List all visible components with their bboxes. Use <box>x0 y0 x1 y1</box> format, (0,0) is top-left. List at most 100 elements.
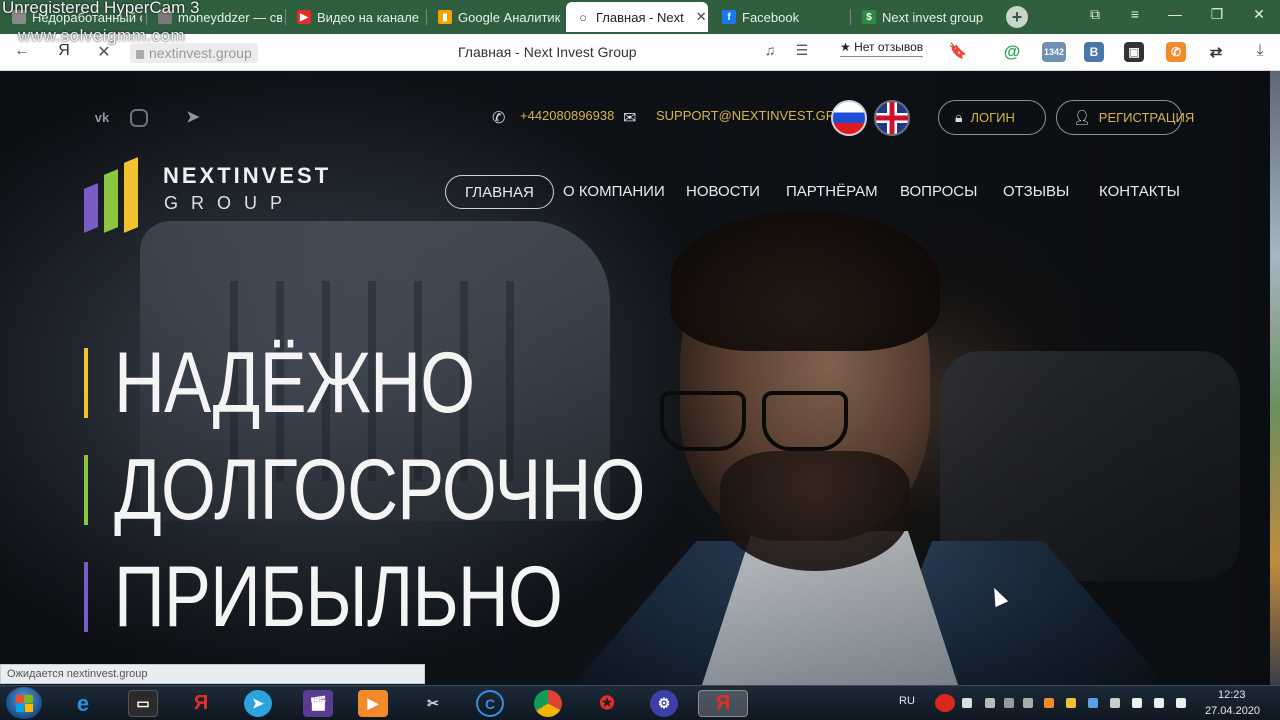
hero-headline: НАДЁЖНО <box>114 335 475 431</box>
volume-icon[interactable] <box>1154 698 1164 708</box>
login-label: ЛОГИН <box>970 110 1015 125</box>
russian-flag-icon[interactable] <box>831 100 867 136</box>
media-player-icon[interactable]: ▶ <box>358 690 388 717</box>
hero-headline: ДОЛГОСРОЧНО <box>114 442 645 538</box>
user-icon: 👤︎ <box>1073 109 1091 125</box>
page-title: Главная - Next Invest Group <box>458 44 637 60</box>
address-bar: www.solveigmm.com ← Я ✕ nextinvest.group… <box>0 26 1280 71</box>
tray-icon[interactable] <box>962 698 972 708</box>
nav-news[interactable]: НОВОСТИ <box>686 175 760 209</box>
clock-time[interactable]: 12:23 <box>1218 689 1246 701</box>
windows-taskbar: e ▭ Я ➤ 🎬︎ ▶ ✂ C ✪ ⚙ Я RU 12:23 27.04.20… <box>0 685 1280 720</box>
minimize-icon[interactable]: — <box>1165 6 1185 22</box>
hero-line-profitable: ПРИБЫЛЬНО <box>84 554 660 640</box>
close-window-icon[interactable]: ✕ <box>1249 6 1269 23</box>
internet-explorer-icon[interactable]: e <box>68 690 98 717</box>
tab-label: Next invest group <box>882 9 984 25</box>
nav-reviews[interactable]: ОТЗЫВЫ <box>1003 175 1069 209</box>
scissors-tool-icon[interactable]: ✂ <box>418 690 448 717</box>
loading-icon: ○ <box>579 9 587 25</box>
download-icon[interactable]: ⤓ <box>1250 42 1270 60</box>
hero-accent-bar <box>84 348 88 418</box>
file-manager-icon[interactable]: ▭ <box>128 690 158 717</box>
tab-label: Google Аналитик <box>458 9 561 25</box>
nav-faq[interactable]: ВОПРОСЫ <box>900 175 977 209</box>
ok-extension-icon[interactable]: ✆ <box>1166 42 1186 62</box>
clock-date[interactable]: 27.04.2020 <box>1205 705 1260 717</box>
nextinvest-logo-icon[interactable] <box>84 157 144 233</box>
browser-status-bar: Ожидается nextinvest.group <box>0 664 425 684</box>
uk-flag-icon[interactable] <box>874 100 910 136</box>
tab-6[interactable]: f Facebook <box>712 2 846 32</box>
hero-line-longterm: ДОЛГОСРОЧНО <box>84 447 761 533</box>
video-editor-icon[interactable]: 🎬︎ <box>303 690 333 717</box>
tray-icon[interactable] <box>1066 698 1076 708</box>
logo-subtext: GROUP <box>164 193 296 213</box>
tab-5-active[interactable]: ○ Главная - Next ✕ <box>566 2 708 32</box>
signal-icon[interactable] <box>1132 698 1142 708</box>
register-button[interactable]: 👤︎ РЕГИСТРАЦИЯ <box>1056 100 1194 135</box>
logo-text[interactable]: NEXTINVEST <box>163 163 331 189</box>
telegram-icon[interactable]: ➤ <box>244 690 272 717</box>
url-field[interactable]: nextinvest.group <box>130 43 258 63</box>
register-label: РЕГИСТРАЦИЯ <box>1098 110 1195 125</box>
app-icon[interactable]: ⚙ <box>650 690 678 717</box>
tab-7[interactable]: $ Next invest group <box>852 2 992 32</box>
nav-home[interactable]: ГЛАВНАЯ <box>445 175 554 209</box>
tab-3[interactable]: ▶ Видео на канале <box>287 2 423 32</box>
reader-icon[interactable]: ☰ <box>792 42 812 59</box>
headphones-icon[interactable]: ♫ <box>760 42 780 58</box>
counter-extension-icon[interactable]: 1342 <box>1042 42 1066 62</box>
yandex-browser-icon[interactable]: Я <box>186 690 216 717</box>
nav-partners[interactable]: ПАРТНЁРАМ <box>786 175 878 209</box>
restore-icon[interactable]: ❐ <box>1207 6 1227 23</box>
radio-extension-icon[interactable]: ▣ <box>1124 42 1144 62</box>
mail-extension-icon[interactable]: @ <box>1002 42 1022 62</box>
lock-icon <box>136 50 144 59</box>
yandex-browser-active-icon[interactable]: Я <box>698 690 748 717</box>
language-indicator[interactable]: RU <box>899 695 915 707</box>
tab-label: Главная - Next <box>596 9 684 25</box>
chrome-icon[interactable] <box>534 690 562 717</box>
tray-icon[interactable] <box>1023 698 1033 708</box>
recording-watermark-url: www.solveigmm.com <box>18 26 186 45</box>
tray-icon[interactable] <box>985 698 995 708</box>
vk-extension-icon[interactable]: B <box>1084 42 1104 62</box>
lock-icon: 🔒︎ <box>955 109 963 125</box>
hero-headline: ПРИБЫЛЬНО <box>114 549 563 645</box>
vk-icon[interactable]: vk <box>85 105 119 131</box>
telegram-icon[interactable]: ➤ <box>176 105 210 131</box>
phone-number[interactable]: +442080896938 <box>520 108 614 123</box>
ccleaner-icon[interactable]: C <box>476 690 504 717</box>
record-icon[interactable] <box>935 694 955 712</box>
tab-label: Facebook <box>742 9 800 25</box>
nav-contacts[interactable]: КОНТАКТЫ <box>1099 175 1180 209</box>
hero-accent-bar <box>84 455 88 525</box>
start-button-icon[interactable] <box>6 687 42 719</box>
phone-icon: ✆ <box>492 110 506 127</box>
youtube-icon: ▶ <box>297 10 311 24</box>
instagram-icon[interactable] <box>130 109 148 127</box>
reviews-badge[interactable]: ★ Нет отзывов <box>840 40 924 57</box>
tray-icon[interactable] <box>1004 698 1014 708</box>
recording-watermark: Unregistered HyperCam 3 <box>2 0 200 17</box>
facebook-icon: f <box>722 10 736 24</box>
game-icon[interactable]: ✪ <box>592 690 622 717</box>
new-tab-button[interactable]: + <box>1006 6 1028 28</box>
hero-line-reliable: НАДЁЖНО <box>84 340 553 426</box>
login-button[interactable]: 🔒︎ ЛОГИН <box>938 100 1046 135</box>
bookmarks-icon[interactable]: ⧉ <box>1085 6 1105 23</box>
tab-4[interactable]: ▮ Google Аналитик <box>428 2 562 32</box>
analytics-icon: ▮ <box>438 10 452 24</box>
tray-icon[interactable] <box>1110 698 1120 708</box>
tray-icon[interactable] <box>1088 698 1098 708</box>
menu-icon[interactable]: ≡ <box>1125 6 1145 22</box>
browser-tab-strip: Unregistered HyperCam 3 Недоработанный о… <box>0 0 1280 34</box>
tray-icon[interactable] <box>1044 698 1054 708</box>
nav-about[interactable]: О КОМПАНИИ <box>563 175 665 209</box>
close-tab-icon[interactable]: ✕ <box>696 9 707 25</box>
dollar-icon: $ <box>862 10 876 24</box>
flag-icon[interactable] <box>1176 698 1186 708</box>
translate-extension-icon[interactable]: ⇄ <box>1206 42 1226 62</box>
bookmark-icon[interactable]: 🔖 <box>948 42 968 60</box>
